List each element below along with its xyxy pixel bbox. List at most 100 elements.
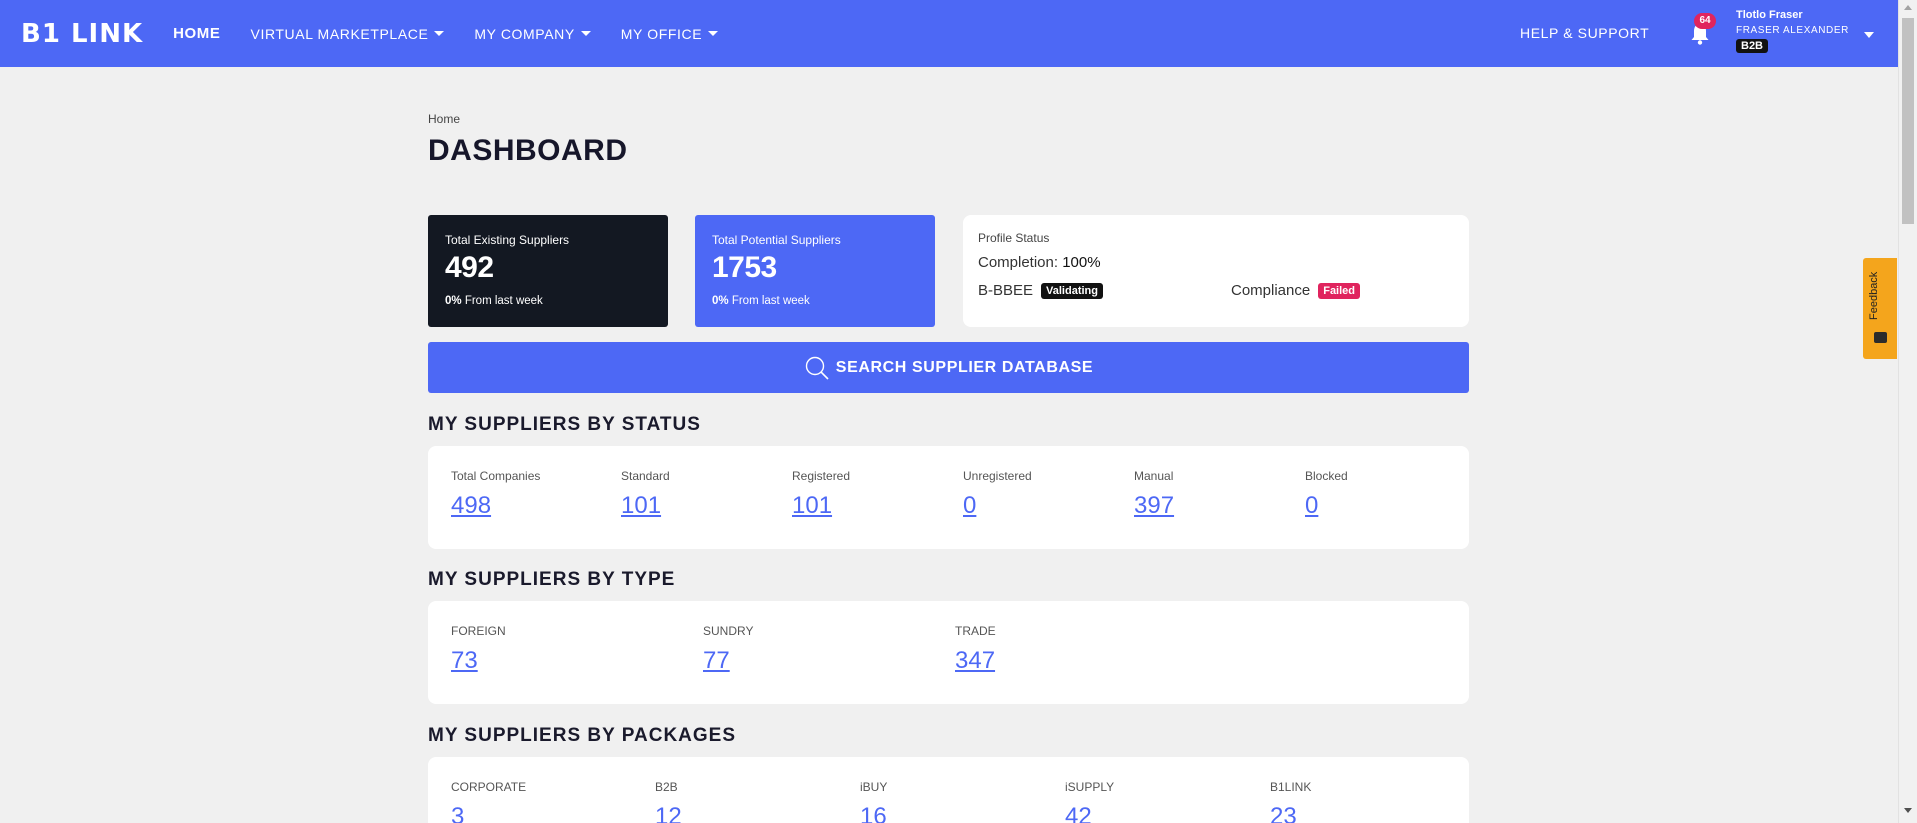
chevron-down-icon (708, 31, 719, 36)
stat-change-text: From last week (464, 295, 543, 307)
logo[interactable]: B1 LINK (21, 19, 143, 49)
total-existing-suppliers-card: Total Existing Suppliers 492 0% From las… (428, 215, 668, 327)
completion-label: Completion: (978, 254, 1059, 271)
metric-label: Blocked (1305, 469, 1348, 483)
suppliers-by-type-title: MY SUPPLIERS BY TYPE (428, 569, 676, 590)
stat-change: 0% From last week (712, 295, 918, 307)
metric-isupply: iSUPPLY 42 (1065, 780, 1114, 823)
stat-change-percent: 0% (712, 295, 729, 307)
metric-value-link[interactable]: 347 (955, 647, 995, 675)
chevron-down-icon (580, 31, 591, 36)
user-name: Tlotlo Fraser (1736, 9, 1803, 21)
metric-trade: TRADE 347 (955, 624, 996, 675)
scroll-down-arrow-icon[interactable] (1904, 808, 1912, 813)
metric-registered: Registered 101 (792, 469, 850, 520)
nav-my-office[interactable]: MY OFFICE (620, 25, 719, 42)
metric-unregistered: Unregistered 0 (963, 469, 1032, 520)
feedback-label: Feedback (1868, 271, 1880, 320)
page-title: DASHBOARD (428, 134, 628, 167)
profile-status-card: Profile Status Completion: 100% B-BBEE V… (963, 215, 1469, 327)
nav-virtual-marketplace[interactable]: VIRTUAL MARKETPLACE (251, 26, 445, 42)
completion-value: 100% (1062, 254, 1101, 271)
nav-virtual-marketplace-label: VIRTUAL MARKETPLACE (250, 25, 429, 42)
bbbee-label: B-BBEE (978, 282, 1034, 299)
metric-corporate: CORPORATE 3 (451, 780, 526, 823)
metric-b2b: B2B 12 (655, 780, 682, 823)
completion-status: Completion: 100% (978, 254, 1454, 271)
metric-blocked: Blocked 0 (1305, 469, 1348, 520)
suppliers-by-type-panel: FOREIGN 73 SUNDRY 77 TRADE 347 (428, 601, 1469, 704)
bbbee-status-badge: Validating (1041, 282, 1103, 299)
user-menu[interactable]: Tlotlo Fraser FRASER ALEXANDER B2B (1736, 9, 1849, 54)
stat-label: Total Existing Suppliers (445, 233, 570, 247)
metric-label: Total Companies (451, 469, 541, 483)
metric-manual: Manual 397 (1134, 469, 1174, 520)
feedback-chat-icon (1874, 332, 1887, 343)
metric-value-link[interactable]: 12 (655, 803, 682, 823)
metric-label: TRADE (955, 624, 996, 638)
metric-value-link[interactable]: 73 (451, 647, 478, 675)
metric-value-link[interactable]: 3 (451, 803, 464, 823)
metric-total-companies: Total Companies 498 (451, 469, 540, 520)
metric-label: Manual (1134, 469, 1174, 483)
nav-my-company-label: MY COMPANY (474, 25, 575, 42)
metric-ibuy: iBUY 16 (860, 780, 887, 823)
stat-change-text: From last week (731, 295, 810, 307)
help-support-link[interactable]: HELP & SUPPORT (1520, 25, 1649, 41)
bbbee-status: B-BBEE Validating (978, 282, 1103, 299)
nav-home[interactable]: HOME (173, 25, 220, 42)
metric-label: B2B (655, 780, 678, 794)
nav-my-office-label: MY OFFICE (620, 25, 703, 42)
metric-label: B1LINK (1270, 780, 1312, 794)
suppliers-by-packages-panel: CORPORATE 3 B2B 12 iBUY 16 iSUPPLY 42 B1… (428, 757, 1469, 823)
user-company: FRASER ALEXANDER (1736, 25, 1849, 36)
user-package-badge: B2B (1736, 39, 1769, 53)
metric-label: SUNDRY (703, 624, 754, 638)
suppliers-by-status-panel: Total Companies 498 Standard 101 Registe… (428, 446, 1469, 549)
page-scrollbar[interactable] (1898, 0, 1917, 823)
chevron-down-icon (434, 31, 445, 36)
scroll-up-arrow-icon[interactable] (1904, 5, 1912, 10)
notification-count-badge: 64 (1694, 13, 1716, 29)
suppliers-by-packages-title: MY SUPPLIERS BY PACKAGES (428, 725, 737, 746)
metric-value-link[interactable]: 397 (1134, 492, 1174, 520)
metric-label: iSUPPLY (1065, 780, 1115, 794)
metric-label: Standard (621, 469, 670, 483)
metric-value-link[interactable]: 16 (860, 803, 887, 823)
metric-standard: Standard 101 (621, 469, 670, 520)
user-menu-chevron-icon[interactable] (1864, 32, 1874, 38)
metric-label: iBUY (860, 780, 888, 794)
metric-value-link[interactable]: 77 (703, 647, 730, 675)
stat-change: 0% From last week (445, 295, 651, 307)
stat-label: Total Potential Suppliers (712, 233, 841, 247)
stat-change-percent: 0% (445, 295, 462, 307)
main-nav: HOME VIRTUAL MARKETPLACE MY COMPANY MY O… (173, 25, 748, 42)
metric-label: Registered (792, 469, 851, 483)
metric-label: CORPORATE (451, 780, 527, 794)
scrollbar-thumb[interactable] (1902, 18, 1914, 224)
compliance-label: Compliance (1231, 282, 1311, 299)
feedback-tab[interactable]: Feedback (1863, 258, 1897, 359)
total-potential-suppliers-card: Total Potential Suppliers 1753 0% From l… (695, 215, 935, 327)
search-supplier-database-button[interactable]: SEARCH SUPPLIER DATABASE (428, 342, 1469, 393)
metric-value-link[interactable]: 498 (451, 492, 491, 520)
search-icon (805, 356, 829, 380)
stat-value: 492 (445, 251, 494, 284)
suppliers-by-status-title: MY SUPPLIERS BY STATUS (428, 414, 701, 435)
metric-value-link[interactable]: 0 (963, 492, 976, 520)
top-navbar: B1 LINK HOME VIRTUAL MARKETPLACE MY COMP… (0, 0, 1898, 67)
metric-label: FOREIGN (451, 624, 506, 638)
metric-label: Unregistered (963, 469, 1032, 483)
metric-foreign: FOREIGN 73 (451, 624, 506, 675)
metric-value-link[interactable]: 23 (1270, 803, 1297, 823)
metric-value-link[interactable]: 0 (1305, 492, 1318, 520)
nav-my-company[interactable]: MY COMPANY (474, 25, 591, 42)
metric-value-link[interactable]: 101 (621, 492, 661, 520)
compliance-status-badge: Failed (1318, 282, 1361, 299)
metric-value-link[interactable]: 101 (792, 492, 832, 520)
profile-status-title: Profile Status (978, 231, 1050, 245)
metric-value-link[interactable]: 42 (1065, 803, 1092, 823)
metric-b1link: B1LINK 23 (1270, 780, 1311, 823)
search-supplier-database-label: SEARCH SUPPLIER DATABASE (835, 358, 1094, 376)
breadcrumb[interactable]: Home (428, 112, 460, 126)
